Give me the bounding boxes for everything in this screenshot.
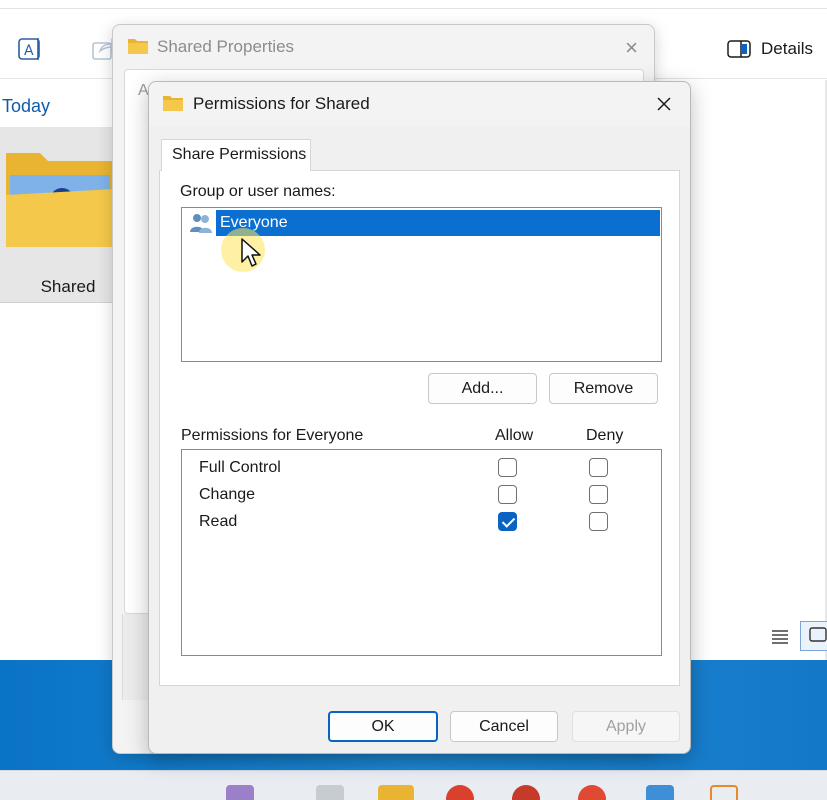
- folder-thumbnail-icon: [6, 153, 115, 247]
- allow-read-checkbox[interactable]: [498, 512, 517, 531]
- details-pane-icon: [727, 39, 751, 59]
- mouse-pointer-icon: [240, 237, 262, 274]
- allow-column-header: Allow: [495, 427, 534, 444]
- taskbar-app-icon[interactable]: [226, 785, 254, 800]
- details-label: Details: [761, 39, 813, 58]
- users-group-icon: [188, 212, 214, 234]
- tiles-view-icon[interactable]: [800, 621, 827, 651]
- remove-button[interactable]: Remove: [549, 373, 658, 404]
- ok-button[interactable]: OK: [328, 711, 438, 742]
- close-icon[interactable]: [650, 90, 678, 118]
- deny-read-checkbox[interactable]: [589, 512, 608, 531]
- allow-change-checkbox[interactable]: [498, 485, 517, 504]
- permission-name: Read: [199, 513, 238, 530]
- taskbar-app-icon[interactable]: [578, 785, 606, 800]
- deny-full-control-checkbox[interactable]: [589, 458, 608, 477]
- folder-icon: [162, 94, 184, 117]
- permission-row-change: Change: [199, 483, 659, 507]
- cancel-button[interactable]: Cancel: [450, 711, 558, 742]
- permissions-dialog: Permissions for Shared Share Permissions…: [148, 81, 691, 754]
- user-list-item[interactable]: Everyone: [186, 210, 660, 236]
- permission-row-read: Read: [199, 510, 659, 534]
- permissions-for-label: Permissions for Everyone: [181, 427, 364, 444]
- file-explorer-taskbar-icon[interactable]: [378, 785, 414, 800]
- permissions-dialog-titlebar[interactable]: Permissions for Shared: [149, 82, 690, 126]
- add-button[interactable]: Add...: [428, 373, 537, 404]
- apply-button[interactable]: Apply: [572, 711, 680, 742]
- close-icon[interactable]: ×: [625, 35, 638, 61]
- deny-change-checkbox[interactable]: [589, 485, 608, 504]
- folder-icon: [127, 37, 149, 60]
- view-switcher: [770, 621, 827, 651]
- taskbar-app-icon[interactable]: [512, 785, 540, 800]
- permission-name: Full Control: [199, 459, 281, 476]
- calendar-taskbar-icon[interactable]: [646, 785, 674, 800]
- taskbar: [0, 770, 827, 800]
- permission-row-full-control: Full Control: [199, 456, 659, 480]
- properties-dialog-title: Shared Properties: [157, 37, 295, 56]
- allow-full-control-checkbox[interactable]: [498, 458, 517, 477]
- group-header-today[interactable]: Today: [2, 96, 50, 117]
- tab-share-permissions[interactable]: Share Permissions: [161, 139, 311, 171]
- svg-text:A: A: [24, 43, 34, 59]
- taskbar-app-icon[interactable]: [316, 785, 344, 800]
- properties-dialog-body-edge: [122, 614, 150, 700]
- taskbar-app-icon[interactable]: [446, 785, 474, 800]
- deny-column-header: Deny: [586, 427, 624, 444]
- list-view-icon[interactable]: [770, 626, 790, 651]
- rename-icon[interactable]: A: [16, 35, 44, 63]
- group-or-user-names-label: Group or user names:: [180, 183, 336, 200]
- details-pane-button[interactable]: Details: [727, 35, 813, 63]
- permissions-list: Full Control Change Read: [181, 449, 662, 656]
- permissions-dialog-title: Permissions for Shared: [193, 94, 370, 113]
- snipping-tool-taskbar-icon[interactable]: [710, 785, 738, 800]
- user-name-everyone: Everyone: [216, 210, 660, 236]
- permission-name: Change: [199, 486, 256, 503]
